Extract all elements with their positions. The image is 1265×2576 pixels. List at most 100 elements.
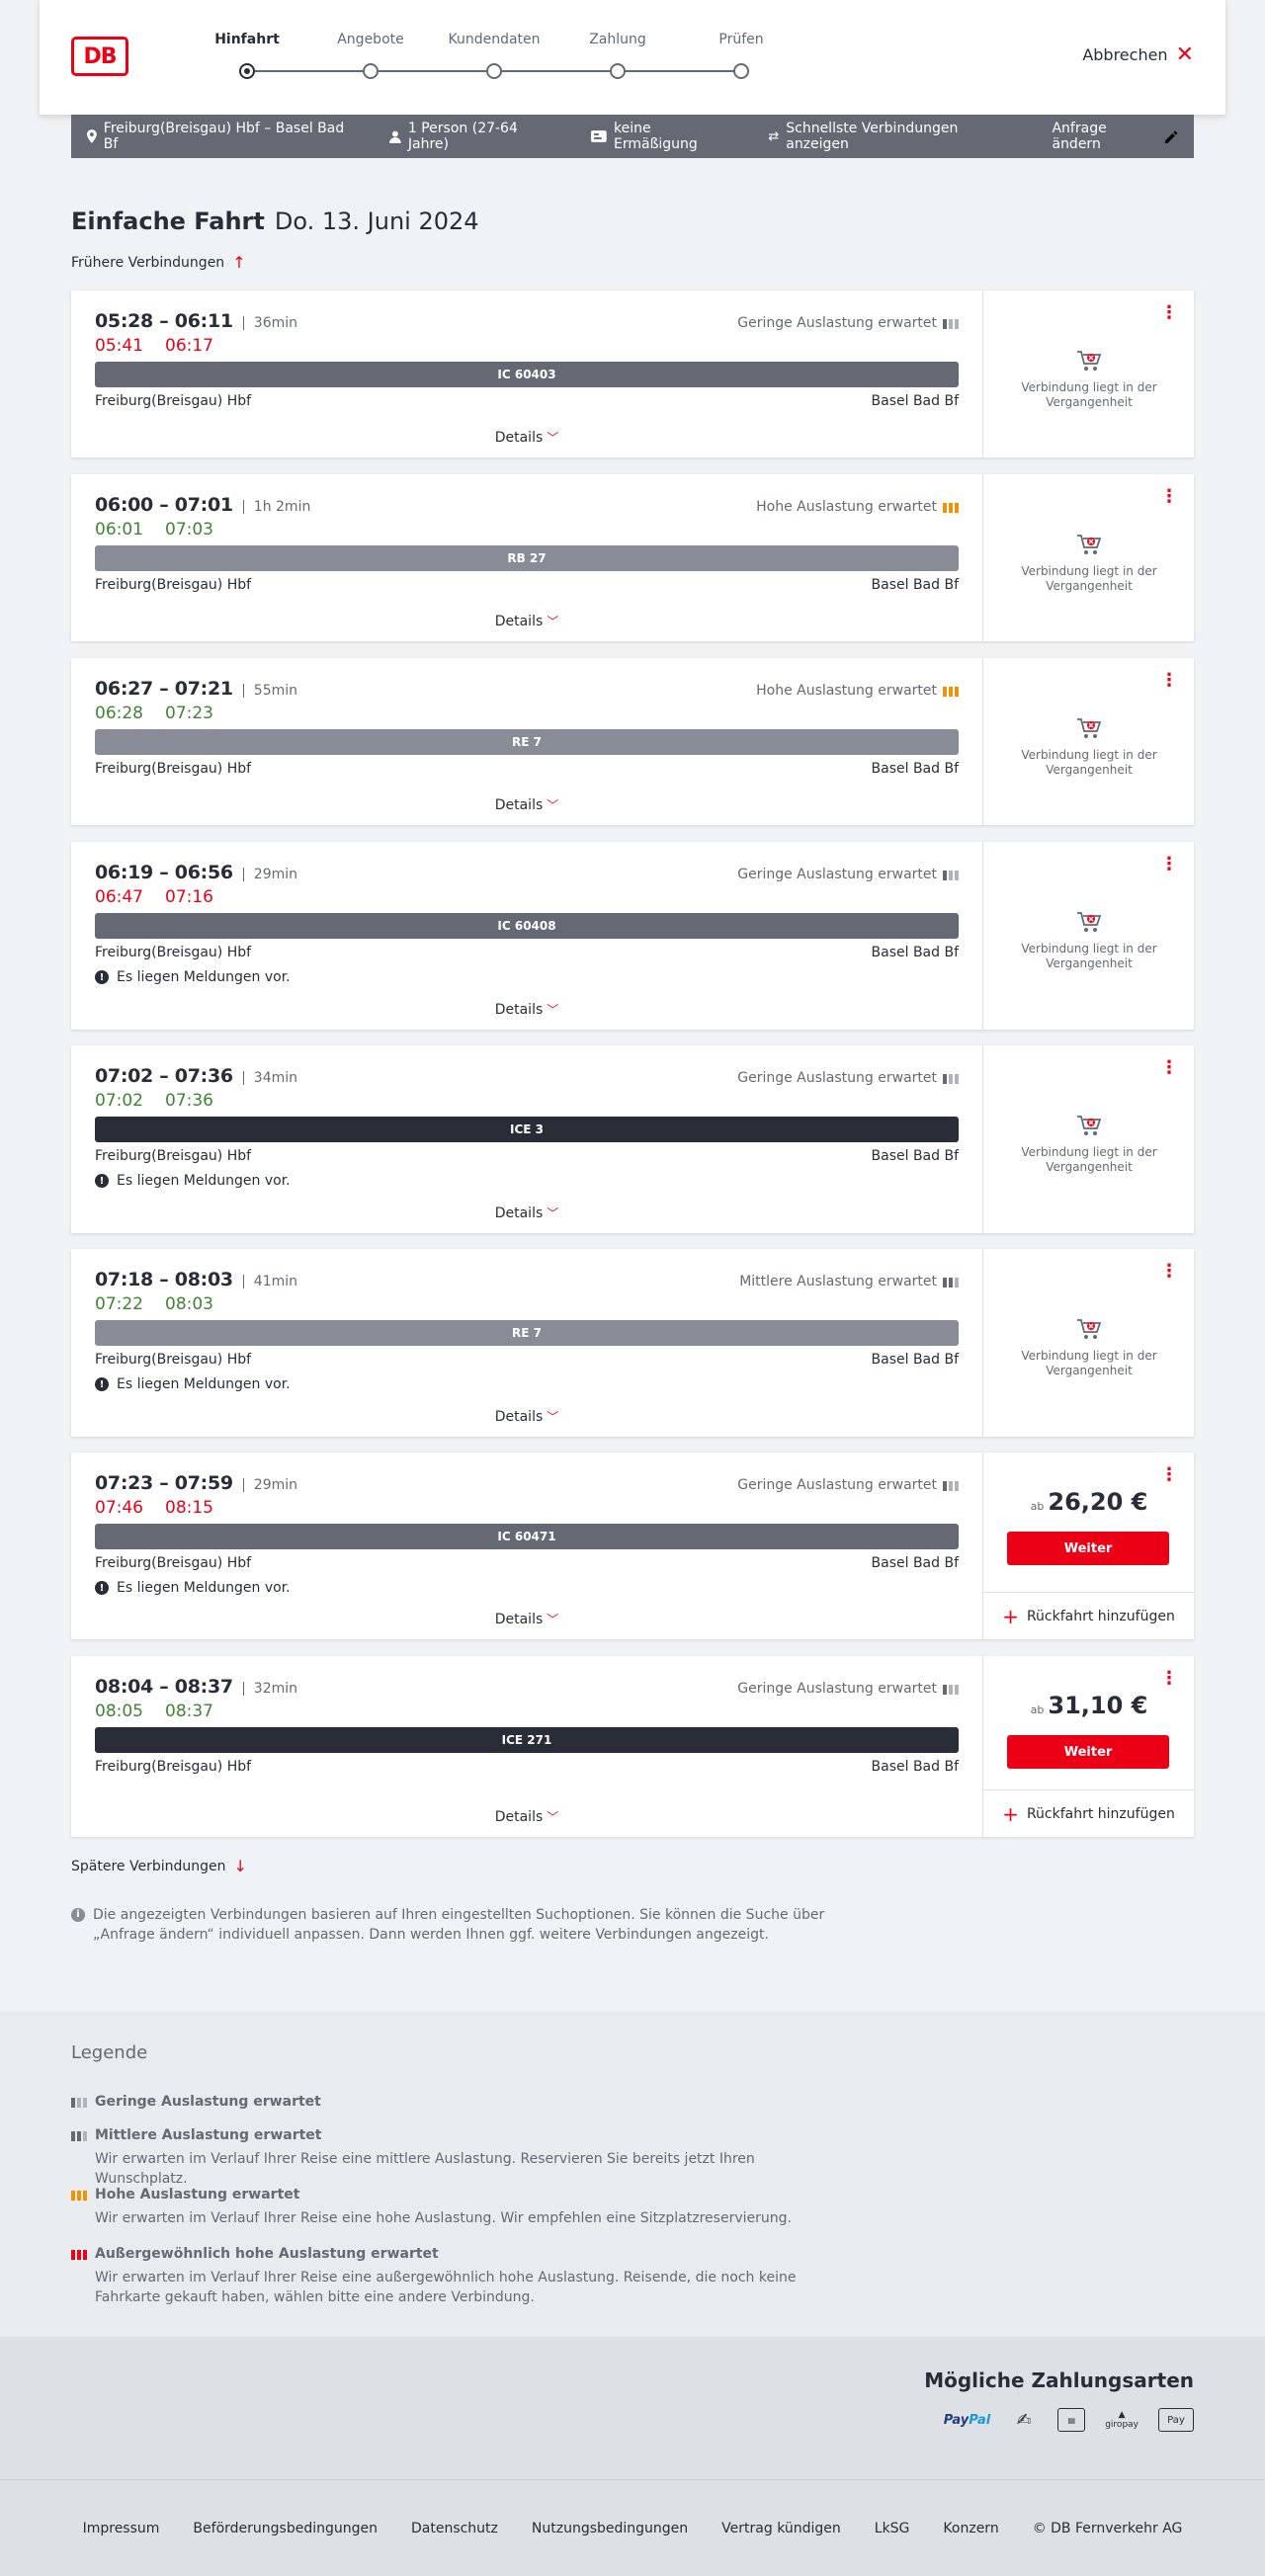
add-return-trip-button[interactable]: + Rückfahrt hinzufügen: [983, 1592, 1194, 1639]
more-options-icon[interactable]: ⋮: [1160, 672, 1178, 690]
footer-link-impressum[interactable]: Impressum: [83, 2521, 160, 2536]
occupancy-icon: [71, 2189, 87, 2201]
details-toggle[interactable]: Details ﹀: [71, 429, 982, 446]
alert-icon: !: [95, 1581, 109, 1595]
details-toggle[interactable]: Details ﹀: [71, 1408, 982, 1425]
occupancy-icon: [71, 2096, 87, 2108]
details-toggle[interactable]: Details ﹀: [71, 1808, 982, 1825]
giropay-icon: ▲ giropay: [1105, 2410, 1138, 2430]
arrow-down-icon: ↓: [233, 1857, 247, 1875]
add-return-trip-button[interactable]: + Rückfahrt hinzufügen: [983, 1789, 1194, 1837]
paypal-icon: PayPal: [943, 2412, 991, 2428]
more-options-icon[interactable]: ⋮: [1160, 488, 1178, 506]
footer-link-konzern[interactable]: Konzern: [943, 2521, 998, 2536]
invoice-icon: ▤: [1057, 2408, 1086, 2432]
edit-request-button[interactable]: Anfrage ändern: [1052, 121, 1178, 152]
train-bar[interactable]: ICE 271: [95, 1727, 959, 1753]
notice-message: ! Es liegen Meldungen vor.: [95, 968, 959, 986]
train-bar[interactable]: ICE 3: [95, 1117, 959, 1142]
progress-stepper: Hinfahrt Angebote Kundendaten Zahlung Pr…: [208, 32, 764, 81]
realtime-arrival: 07:16: [165, 887, 213, 907]
route-summary: Freiburg(Breisgau) Hbf – Basel Bad Bf: [87, 121, 358, 152]
duration: 29min: [242, 868, 297, 881]
swap-arrows-icon: ⇄: [768, 128, 780, 144]
legend-item: Außergewöhnlich hohe Auslastung erwartet…: [71, 2246, 822, 2307]
footer-link-vertrag-kuendigen[interactable]: Vertrag kündigen: [721, 2521, 841, 2536]
bahncard-icon: [591, 130, 608, 142]
occupancy-icon: [943, 1479, 959, 1491]
cancel-button[interactable]: Abbrechen ✕: [1082, 43, 1194, 65]
scheduled-times: 07:18 – 08:03: [95, 1269, 233, 1290]
cart-unavailable-icon: [1077, 718, 1102, 738]
alert-icon: !: [95, 1174, 109, 1188]
more-options-icon[interactable]: ⋮: [1160, 304, 1178, 322]
payment-title: Mögliche Zahlungsarten: [924, 2368, 1194, 2392]
past-connection-notice: Verbindung liegt in der Vergangenheit: [983, 349, 1195, 410]
origin-station: Freiburg(Breisgau) Hbf: [95, 761, 252, 777]
offer-panel: ⋮ Verbindung liegt in der Vergangenheit: [982, 1249, 1194, 1437]
realtime-times: 06:47 07:16: [95, 887, 959, 909]
train-bar[interactable]: IC 60471: [95, 1524, 959, 1549]
occupancy-icon: [943, 317, 959, 329]
more-options-icon[interactable]: ⋮: [1160, 1263, 1178, 1281]
details-toggle[interactable]: Details ﹀: [71, 1205, 982, 1221]
more-options-icon[interactable]: ⋮: [1160, 856, 1178, 873]
stations: Freiburg(Breisgau) Hbf Basel Bad Bf: [95, 577, 959, 595]
realtime-departure: 07:22: [95, 1294, 143, 1314]
arrow-up-icon: ↑: [232, 253, 246, 272]
pencil-icon: [1165, 130, 1178, 143]
footer-link-befoerderungsbedingungen[interactable]: Beförderungsbedingungen: [193, 2521, 378, 2536]
cart-unavailable-icon: [1077, 535, 1102, 554]
details-toggle[interactable]: Details ﹀: [71, 796, 982, 813]
scheduled-times: 07:02 – 07:36: [95, 1065, 233, 1087]
details-toggle[interactable]: Details ﹀: [71, 1001, 982, 1018]
occupancy-label: Mittlere Auslastung erwartet: [739, 1274, 959, 1289]
footer-link-nutzungsbedingungen[interactable]: Nutzungsbedingungen: [532, 2521, 688, 2536]
train-bar[interactable]: IC 60403: [95, 362, 959, 387]
destination-station: Basel Bad Bf: [871, 1148, 959, 1164]
price: ab 26,20 €: [1030, 1488, 1148, 1516]
occupancy-label: Geringe Auslastung erwartet: [737, 1477, 959, 1493]
realtime-arrival: 07:36: [165, 1091, 213, 1111]
stations: Freiburg(Breisgau) Hbf Basel Bad Bf: [95, 1555, 959, 1573]
price: ab 31,10 €: [1030, 1692, 1148, 1719]
realtime-arrival: 08:15: [165, 1498, 213, 1518]
earlier-connections-link[interactable]: Frühere Verbindungen ↑: [71, 253, 246, 272]
details-toggle[interactable]: Details ﹀: [71, 613, 982, 629]
later-connections-link[interactable]: Spätere Verbindungen ↓: [71, 1857, 247, 1875]
duration: 29min: [242, 1478, 297, 1492]
continue-button[interactable]: Weiter: [1007, 1532, 1169, 1565]
connection-card: 07:23 – 07:59 29min Geringe Auslastung e…: [71, 1453, 1194, 1639]
more-options-icon[interactable]: ⋮: [1160, 1670, 1178, 1688]
footer-link-lksg[interactable]: LkSG: [875, 2521, 910, 2536]
scheduled-times: 06:27 – 07:21: [95, 678, 233, 700]
train-bar[interactable]: IC 60408: [95, 913, 959, 939]
footer-link-datenschutz[interactable]: Datenschutz: [411, 2521, 498, 2536]
details-toggle[interactable]: Details ﹀: [71, 1611, 982, 1627]
info-note: i Die angezeigten Verbindungen basieren …: [71, 1905, 842, 1945]
duration: 55min: [242, 684, 297, 698]
more-options-icon[interactable]: ⋮: [1160, 1059, 1178, 1077]
occupancy-label: Hohe Auslastung erwartet: [756, 499, 959, 515]
train-bar[interactable]: RE 7: [95, 729, 959, 755]
page-title: Einfache Fahrt Do. 13. Juni 2024: [71, 208, 479, 235]
db-logo[interactable]: DB: [71, 37, 128, 76]
more-options-icon[interactable]: ⋮: [1160, 1466, 1178, 1484]
cart-unavailable-icon: [1077, 351, 1102, 371]
apple-pay-icon: Pay: [1158, 2408, 1194, 2432]
offer-panel: ⋮ ab 31,10 € Weiter + Rückfahrt hinzufügen: [982, 1656, 1194, 1837]
train-bar[interactable]: RB 27: [95, 545, 959, 571]
legend-item: Mittlere Auslastung erwartet Wir erwarte…: [71, 2127, 822, 2189]
stations: Freiburg(Breisgau) Hbf Basel Bad Bf: [95, 393, 959, 411]
realtime-times: 07:02 07:36: [95, 1091, 959, 1113]
continue-button[interactable]: Weiter: [1007, 1735, 1169, 1769]
past-connection-notice: Verbindung liegt in der Vergangenheit: [983, 1317, 1195, 1378]
destination-station: Basel Bad Bf: [871, 945, 959, 960]
duration: 1h 2min: [242, 500, 310, 514]
realtime-departure: 06:01: [95, 520, 143, 540]
scheduled-times: 06:19 – 06:56: [95, 862, 233, 883]
occupancy-icon: [943, 685, 959, 697]
payment-methods-section: Mögliche Zahlungsarten PayPal ✍ ▤ ▲ girop…: [0, 2337, 1265, 2480]
step-zahlung: Zahlung: [568, 32, 667, 79]
train-bar[interactable]: RE 7: [95, 1320, 959, 1346]
